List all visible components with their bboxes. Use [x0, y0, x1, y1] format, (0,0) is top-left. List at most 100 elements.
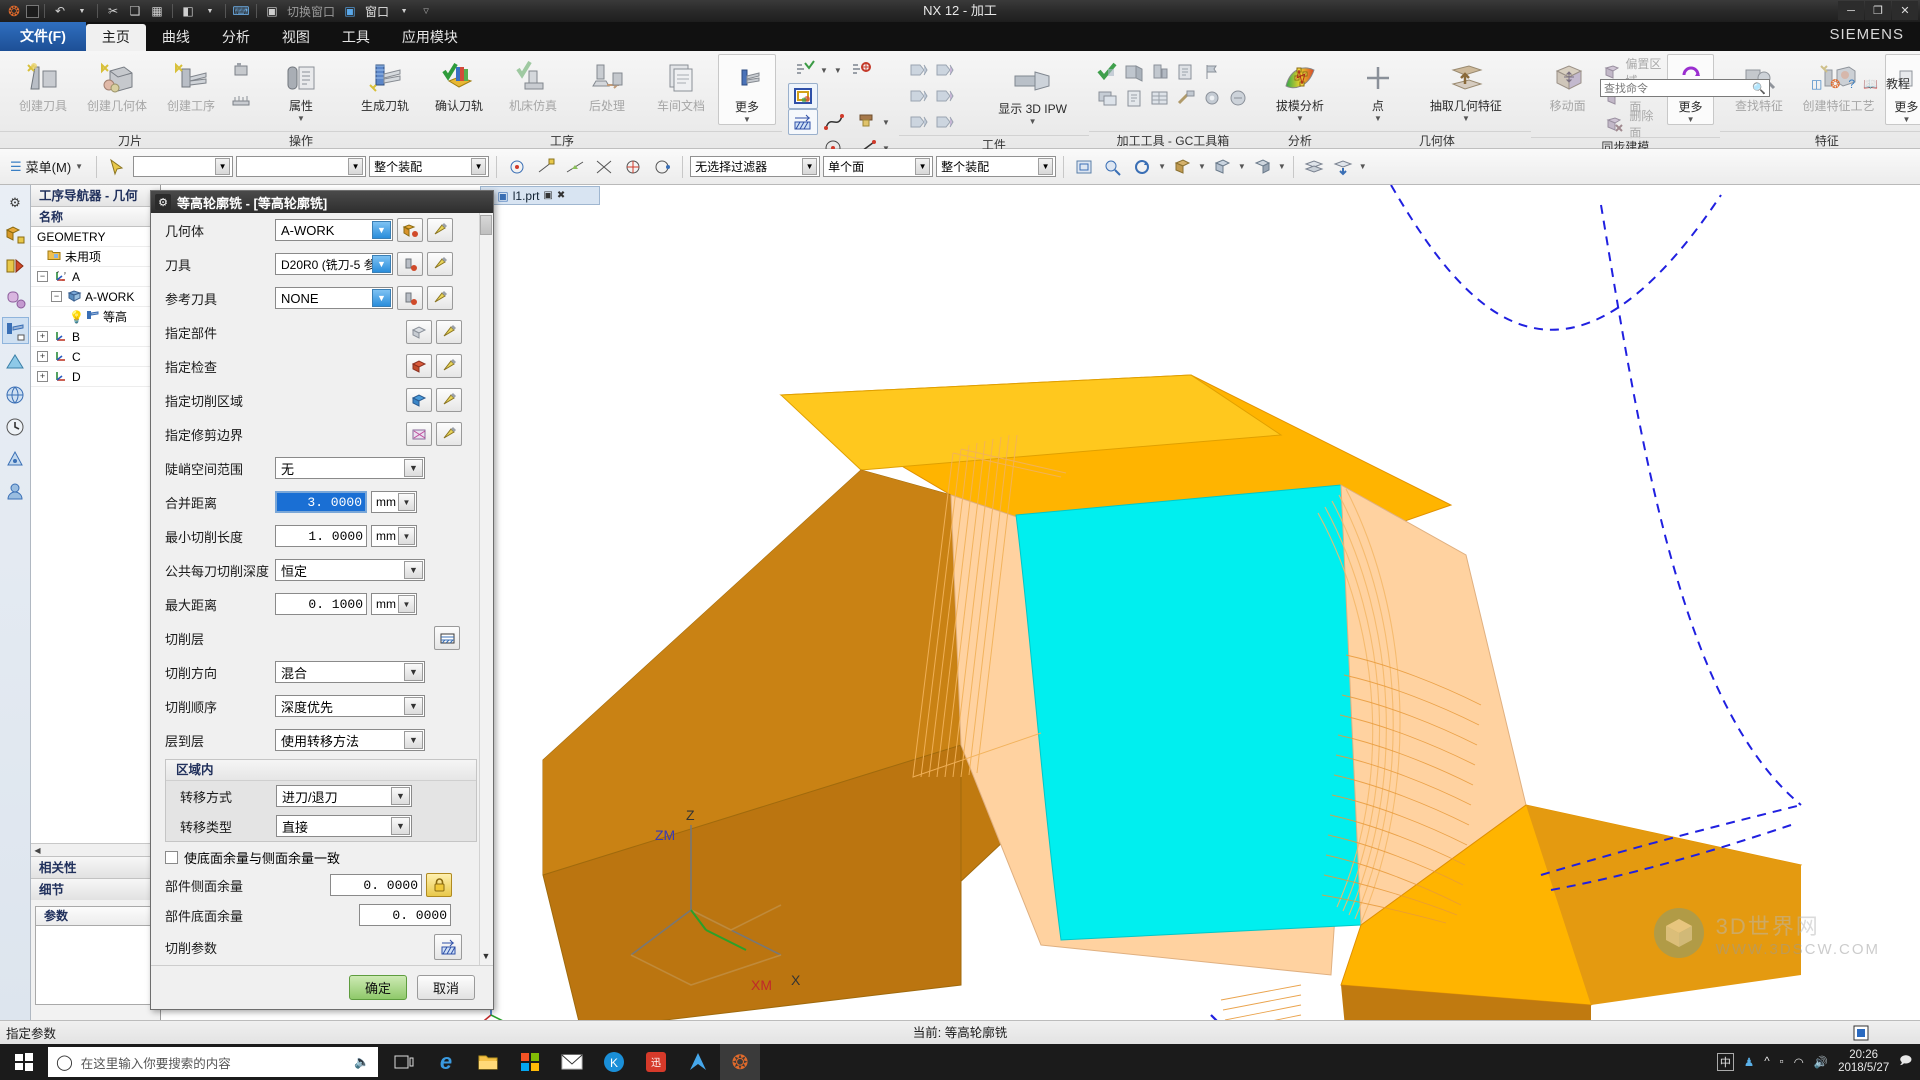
- windows-taskbar[interactable]: ◯ 在这里输入你要搜索的内容 🔈 e K 迅 ❂ 中 ♟ ^ ▫ ◠ 🔊 20:…: [0, 1044, 1920, 1080]
- tab-analysis[interactable]: 分析: [206, 24, 266, 51]
- display-mode-icon[interactable]: [1249, 154, 1275, 180]
- ipw-icon-3[interactable]: [905, 83, 931, 109]
- dialog-scrollbar[interactable]: ▼: [479, 213, 493, 965]
- tab-view[interactable]: 视图: [266, 24, 326, 51]
- max-distance-input[interactable]: 0. 1000: [275, 593, 367, 615]
- ipw-icon-6[interactable]: [931, 109, 957, 135]
- gc-check-icon[interactable]: [1095, 59, 1121, 85]
- draft-analysis-button[interactable]: 拔模分析 ▼: [1263, 54, 1337, 123]
- transfer-method-arrow-icon[interactable]: ▼: [391, 787, 410, 805]
- taskview-icon[interactable]: [384, 1044, 424, 1080]
- row-max-distance[interactable]: 最大距离 0. 1000 mm ▼: [151, 587, 493, 621]
- gc-gear-icon[interactable]: [1199, 85, 1225, 111]
- tree-expander-plus-c[interactable]: +: [37, 351, 48, 362]
- part-side-stock-input[interactable]: 0. 0000: [330, 874, 422, 896]
- match-floor-to-wall-stock-row[interactable]: 使底面余量与侧面余量一致: [151, 844, 493, 870]
- display-caret-button[interactable]: ▼: [831, 57, 845, 83]
- rotate-caret-icon[interactable]: ▼: [1158, 162, 1166, 171]
- rail-icon-operation-navigator[interactable]: [1, 317, 29, 344]
- tab-application[interactable]: 应用模块: [386, 24, 474, 51]
- display-mode-caret-icon[interactable]: ▼: [1278, 162, 1286, 171]
- min-cut-length-unit-combo[interactable]: mm ▼: [371, 525, 417, 547]
- cut-direction-arrow-icon[interactable]: ▼: [404, 663, 423, 681]
- rail-icon-settings[interactable]: ⚙: [2, 189, 29, 216]
- max-distance-unit-combo[interactable]: mm ▼: [371, 593, 417, 615]
- postprocess-button[interactable]: 后处理: [570, 54, 644, 113]
- move-to-layer-icon[interactable]: [1330, 154, 1356, 180]
- kingsoft-icon[interactable]: K: [594, 1044, 634, 1080]
- cancel-button[interactable]: 取消: [417, 975, 475, 1000]
- status-window-icon[interactable]: [1852, 1024, 1870, 1045]
- microphone-icon[interactable]: 🔈: [354, 1055, 370, 1070]
- command-search-input[interactable]: 查找命令 🔍: [1600, 79, 1770, 97]
- ime-icon[interactable]: 中: [1716, 1053, 1734, 1071]
- notification-center-icon[interactable]: 🗩: [1899, 1053, 1912, 1072]
- toolpath-center-button[interactable]: [845, 57, 877, 83]
- part-tab-close-button[interactable]: ✖: [557, 190, 565, 201]
- geometry-body-edit-button[interactable]: [397, 218, 423, 242]
- dialog-body[interactable]: ▼ 几何体 A-WORK ▼ 刀具 D20R0 (铣刀-5 参 ▼ 参考刀具 N…: [151, 213, 493, 965]
- window-controls[interactable]: ─ ❐ ✕: [1838, 1, 1918, 20]
- min-cut-length-unit-arrow-icon[interactable]: ▼: [398, 527, 415, 545]
- common-depth-per-cut-combo[interactable]: 恒定 ▼: [275, 559, 425, 581]
- reference-tool-arrow-icon[interactable]: ▼: [372, 289, 391, 307]
- part-side-stock-lock-button[interactable]: [426, 873, 452, 897]
- navigator-tree[interactable]: GEOMETRY 未用项 − zyx A − A-WORK 💡 等高 + B +…: [31, 227, 160, 843]
- part-floor-stock-input[interactable]: 0. 0000: [359, 904, 451, 926]
- within-region-header[interactable]: 区域内: [166, 760, 476, 781]
- menu-caret-icon[interactable]: ▼: [75, 162, 83, 171]
- window-toggle-icon[interactable]: ◫: [1811, 77, 1822, 91]
- tool-display-button[interactable]: [427, 252, 453, 276]
- ok-button[interactable]: 确定: [349, 975, 407, 1000]
- specify-cut-area-select-button[interactable]: [406, 388, 432, 412]
- scope-arrow-icon[interactable]: ▼: [1038, 158, 1054, 175]
- layer-to-layer-arrow-icon[interactable]: ▼: [404, 731, 423, 749]
- cutting-parameters-button[interactable]: [434, 934, 462, 960]
- selection-filter-combo[interactable]: 无选择过滤器 ▼: [690, 156, 821, 177]
- tree-expander-minus-a[interactable]: −: [37, 271, 48, 282]
- tool-combo[interactable]: D20R0 (铣刀-5 参 ▼: [275, 253, 393, 275]
- row-common-depth-per-cut[interactable]: 公共每刀切削深度 恒定 ▼: [151, 553, 493, 587]
- merge-distance-input[interactable]: 3. 0000: [275, 491, 367, 513]
- row-cut-levels[interactable]: 切削层: [151, 621, 493, 655]
- gc-part-icon[interactable]: [1121, 59, 1147, 85]
- row-part-floor-stock[interactable]: 部件底面余量 0. 0000: [151, 900, 493, 930]
- specify-part-display-button[interactable]: [436, 320, 462, 344]
- minimize-button[interactable]: ─: [1838, 1, 1864, 20]
- resource-bar[interactable]: ⚙: [0, 185, 31, 1020]
- rotate-icon[interactable]: [1129, 154, 1155, 180]
- tool-arrow-icon[interactable]: ▼: [372, 255, 391, 273]
- create-program-group-icon[interactable]: [228, 58, 254, 84]
- geometry-body-combo[interactable]: A-WORK ▼: [275, 219, 393, 241]
- tab-file[interactable]: 文件(F): [0, 22, 86, 51]
- move-face-button[interactable]: 移动面: [1537, 54, 1598, 113]
- cut-levels-buttons[interactable]: [430, 626, 460, 650]
- show-3d-ipw-button[interactable]: 显示 3D IPW ▼: [982, 57, 1083, 126]
- display-ipw-button[interactable]: [788, 83, 818, 109]
- gc-doc-icon[interactable]: [1173, 59, 1199, 85]
- nx-badge-icon[interactable]: ❂: [1830, 77, 1840, 91]
- snap-center-icon[interactable]: [620, 154, 646, 180]
- cut-direction-combo[interactable]: 混合 ▼: [275, 661, 425, 683]
- taskbar-app-icons[interactable]: e K 迅 ❂: [384, 1044, 760, 1080]
- snap-point-icon[interactable]: [504, 154, 530, 180]
- create-method-group-icon[interactable]: [228, 84, 254, 110]
- cut-levels-button[interactable]: [434, 626, 460, 650]
- more-sequence-button[interactable]: 更多 ▼: [718, 54, 776, 125]
- start-button[interactable]: [0, 1044, 48, 1080]
- close-button[interactable]: ✕: [1892, 1, 1918, 20]
- fit-view-icon[interactable]: [1071, 154, 1097, 180]
- row-reference-tool[interactable]: 参考刀具 NONE ▼: [151, 281, 493, 315]
- row-specify-part[interactable]: 指定部件: [151, 315, 493, 349]
- merge-distance-unit-combo[interactable]: mm ▼: [371, 491, 417, 513]
- navigator-parameter-body[interactable]: [35, 925, 156, 1005]
- row-specify-trim-boundary[interactable]: 指定修剪边界: [151, 417, 493, 451]
- nx-icon[interactable]: ❂: [720, 1044, 760, 1080]
- ipw-icon-5[interactable]: [905, 109, 931, 135]
- row-specify-check[interactable]: 指定检查: [151, 349, 493, 383]
- specify-check-select-button[interactable]: [406, 354, 432, 378]
- tree-row-b[interactable]: + B: [31, 327, 160, 347]
- type-filter-arrow-icon[interactable]: ▼: [215, 158, 231, 175]
- geometry-body-arrow-icon[interactable]: ▼: [372, 221, 391, 239]
- select-objects-icon[interactable]: [104, 154, 130, 180]
